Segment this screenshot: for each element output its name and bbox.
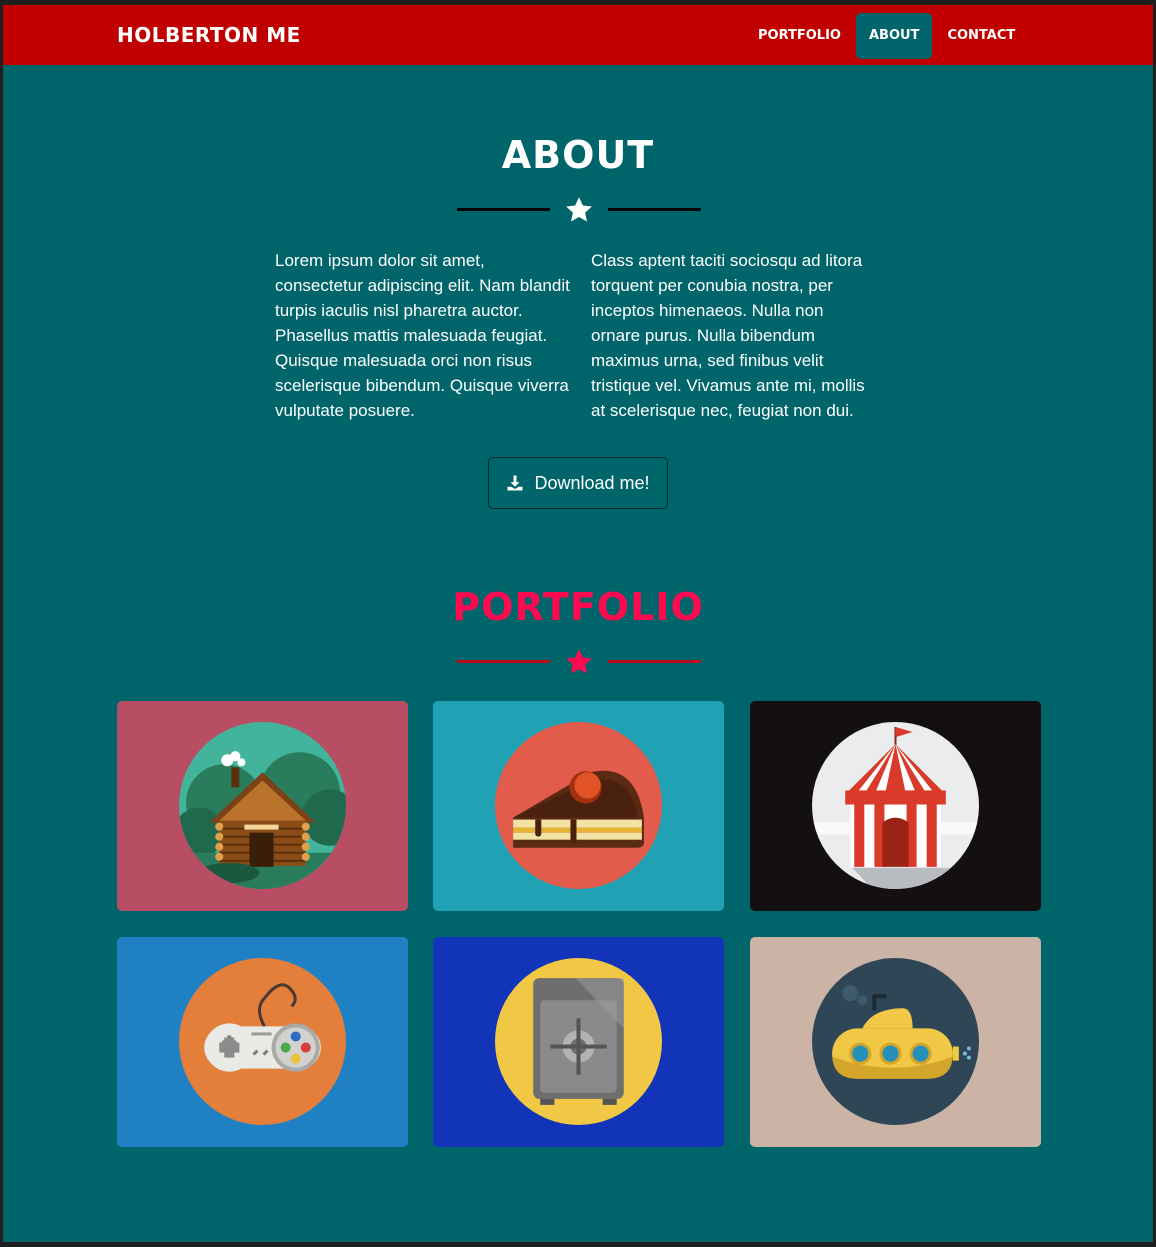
divider-line-right [608,208,701,211]
nav-links: PORTFOLIO ABOUT CONTACT [747,13,1030,59]
about-divider [457,195,701,225]
download-label: Download me! [534,472,650,493]
star-icon [566,197,592,222]
game-controller-icon [179,958,346,1125]
download-icon [507,475,523,491]
cabin-icon [179,722,346,889]
nav-link-portfolio[interactable]: PORTFOLIO [747,13,852,59]
about-paragraph-2: Class aptent taciti sociosqu ad litora t… [591,251,865,420]
star-icon [566,649,592,674]
page: HOLBERTON ME PORTFOLIO ABOUT CONTACT ABO… [3,5,1153,1242]
circus-tent-icon [812,722,979,889]
navbar: HOLBERTON ME PORTFOLIO ABOUT CONTACT [3,5,1153,65]
portfolio-heading: PORTFOLIO [452,585,704,629]
cake-icon [495,722,662,889]
submarine-icon [812,958,979,1125]
about-heading: ABOUT [501,133,655,177]
portfolio-item-safe[interactable] [433,937,724,1147]
portfolio-item-circus-tent[interactable] [750,701,1041,911]
brand-logo[interactable]: HOLBERTON ME [117,23,301,47]
nav-link-contact[interactable]: CONTACT [936,13,1026,59]
about-paragraph-1: Lorem ipsum dolor sit amet, consectetur … [275,251,570,420]
portfolio-item-cake[interactable] [433,701,724,911]
divider-line-left [457,208,550,211]
portfolio-item-game-controller[interactable] [117,937,408,1147]
nav-link-about[interactable]: ABOUT [855,13,933,59]
download-button[interactable]: Download me! [488,457,668,509]
portfolio-item-submarine[interactable] [750,937,1041,1147]
safe-icon [495,958,662,1125]
portfolio-item-cabin[interactable] [117,701,408,911]
divider-line-right [608,660,701,663]
divider-line-left [457,660,550,663]
portfolio-divider [457,647,701,677]
